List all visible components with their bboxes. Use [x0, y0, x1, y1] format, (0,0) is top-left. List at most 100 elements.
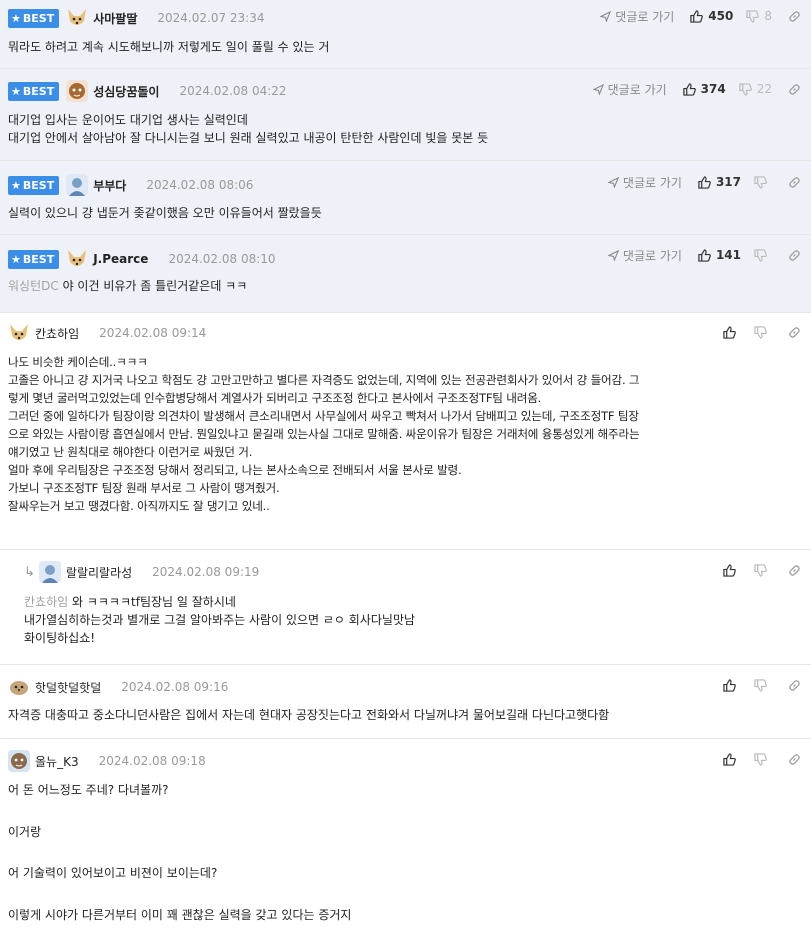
star-icon: ★	[11, 178, 21, 192]
downvote-button[interactable]: 22	[739, 82, 772, 96]
thumbs-up-icon	[723, 678, 736, 692]
thumbs-up-icon	[723, 752, 736, 766]
author-nickname[interactable]: 핫덜핫덜핫덜	[35, 679, 101, 696]
downvote-button[interactable]	[754, 563, 772, 577]
reply-target[interactable]: 워싱턴DC	[8, 279, 59, 293]
downvote-button[interactable]	[754, 752, 772, 766]
avatar[interactable]	[8, 322, 30, 344]
author-nickname[interactable]: 부부다	[93, 177, 126, 194]
downvote-button[interactable]	[754, 248, 772, 262]
thumbs-up-icon	[698, 248, 711, 262]
comment-body: 어 돈 어느정도 주네? 다녀볼까? 이거랑 어 기술력이 있어보이고 비젼이 …	[8, 783, 352, 922]
comment-actions	[723, 748, 801, 770]
copy-link-button[interactable]	[788, 10, 801, 23]
upvote-button[interactable]	[723, 678, 741, 692]
comment-header: 칸쵸하임 2024.02.08 09:14	[8, 322, 206, 344]
upvote-button[interactable]: 374	[682, 82, 726, 96]
best-badge: ★ BEST	[8, 249, 60, 269]
thumbs-down-icon	[754, 248, 767, 262]
upvote-button[interactable]	[723, 325, 741, 339]
avatar[interactable]	[8, 676, 30, 698]
downvote-button[interactable]	[754, 678, 772, 692]
reply-link[interactable]: 댓글로 가기	[600, 8, 674, 25]
comment-actions: 댓글로 가기 374 22	[592, 78, 801, 100]
avatar[interactable]	[66, 174, 89, 196]
comment-actions	[723, 674, 801, 696]
avatar[interactable]	[38, 561, 61, 583]
link-icon	[789, 753, 800, 765]
author-nickname[interactable]: 올뉴_K3	[35, 753, 79, 770]
comment-body: 실력이 있으니 걍 냅둔거 좆같이했음 오만 이유들어서 짤랐을듯	[8, 206, 322, 220]
comment-date: 2024.02.08 08:06	[146, 178, 254, 192]
author-nickname[interactable]: 성심당꿈돌이	[93, 83, 159, 100]
copy-link-button[interactable]	[788, 83, 801, 96]
reply-target[interactable]: 칸쵸하임	[24, 595, 68, 609]
thumbs-up-icon	[723, 563, 736, 577]
upvote-button[interactable]	[723, 752, 741, 766]
comment-actions: 댓글로 가기 450 8	[600, 5, 801, 27]
copy-link-button[interactable]	[788, 326, 801, 339]
downvote-button[interactable]: 8	[746, 9, 772, 23]
star-icon: ★	[11, 84, 21, 98]
copy-link-button[interactable]	[788, 564, 801, 577]
comment-date: 2024.02.08 09:18	[98, 754, 206, 768]
comment-date: 2024.02.08 08:10	[168, 252, 276, 266]
author-nickname[interactable]: 사마팔딸	[93, 10, 137, 27]
link-icon	[789, 326, 800, 338]
avatar[interactable]	[66, 248, 88, 270]
avatar[interactable]	[66, 7, 88, 29]
thumbs-up-icon	[682, 82, 696, 96]
reply-arrow-icon: ↳	[24, 564, 35, 580]
best-comment: ★ BEST 사마팔딸 2024.02.07 23:34 댓글로 가기 450 8…	[0, 0, 811, 69]
thumbs-up-icon	[723, 325, 736, 339]
comment-date: 2024.02.08 09:16	[121, 680, 229, 694]
upvote-button[interactable]: 317	[698, 175, 741, 189]
downvote-button[interactable]	[754, 175, 772, 189]
comment: 올뉴_K3 2024.02.08 09:18 어 돈 어느정도 주네? 다녀볼까…	[0, 739, 811, 934]
comment-header: ↳ 랄랄리랄라성 2024.02.08 09:19	[24, 561, 259, 583]
comment-header: ★ BEST J.Pearce 2024.02.08 08:10	[8, 248, 276, 270]
comment-body: 자격증 대충따고 중소다니던사람은 집에서 자는데 현대자 공장짓는다고 전화와…	[8, 708, 610, 722]
copy-link-button[interactable]	[788, 679, 801, 692]
star-icon: ★	[11, 11, 21, 25]
thumbs-up-icon	[690, 9, 704, 23]
link-icon	[789, 679, 800, 691]
thumbs-down-icon	[754, 325, 767, 339]
comment-header: ★ BEST 성심당꿈돌이 2024.02.08 04:22	[8, 80, 287, 102]
best-badge: ★ BEST	[8, 175, 60, 195]
comment-body: 칸쵸하임 와 ㅋㅋㅋㅋtf팀장님 일 잘하시네 내가열심히하는것과 별개로 그걸…	[24, 595, 416, 645]
copy-link-button[interactable]	[788, 249, 801, 262]
send-icon	[592, 83, 604, 95]
thumbs-down-icon	[754, 752, 767, 766]
comment-date: 2024.02.08 09:14	[99, 326, 207, 340]
reply-link[interactable]: 댓글로 가기	[607, 174, 682, 191]
comment-header: ★ BEST 부부다 2024.02.08 08:06	[8, 174, 253, 196]
upvote-button[interactable]: 141	[698, 248, 741, 262]
thumbs-down-icon	[739, 82, 752, 96]
comment-header: 올뉴_K3 2024.02.08 09:18	[8, 750, 206, 772]
author-nickname[interactable]: J.Pearce	[93, 252, 148, 266]
upvote-button[interactable]: 450	[690, 9, 733, 23]
avatar[interactable]	[66, 80, 89, 102]
comment-date: 2024.02.08 04:22	[179, 84, 287, 98]
reply-link[interactable]: 댓글로 가기	[607, 247, 682, 264]
link-icon	[789, 83, 800, 95]
comment: 칸쵸하임 2024.02.08 09:14 나도 비슷한 케이슨데..ㅋㅋㅋ 고…	[0, 313, 811, 550]
best-badge: ★ BEST	[8, 81, 60, 101]
author-nickname[interactable]: 랄랄리랄라성	[66, 564, 132, 581]
thumbs-down-icon	[746, 9, 760, 23]
downvote-button[interactable]	[754, 325, 772, 339]
thumbs-down-icon	[754, 678, 767, 692]
upvote-button[interactable]	[723, 563, 741, 577]
avatar[interactable]	[8, 750, 30, 772]
comment-actions: 댓글로 가기 317	[607, 171, 801, 193]
author-nickname[interactable]: 칸쵸하임	[35, 325, 79, 342]
thumbs-down-icon	[754, 175, 767, 189]
comment-actions	[723, 321, 801, 343]
reply-link[interactable]: 댓글로 가기	[592, 81, 667, 98]
copy-link-button[interactable]	[788, 176, 801, 189]
link-icon	[789, 564, 800, 576]
copy-link-button[interactable]	[788, 753, 801, 766]
send-icon	[600, 10, 612, 22]
thumbs-up-icon	[698, 175, 711, 189]
